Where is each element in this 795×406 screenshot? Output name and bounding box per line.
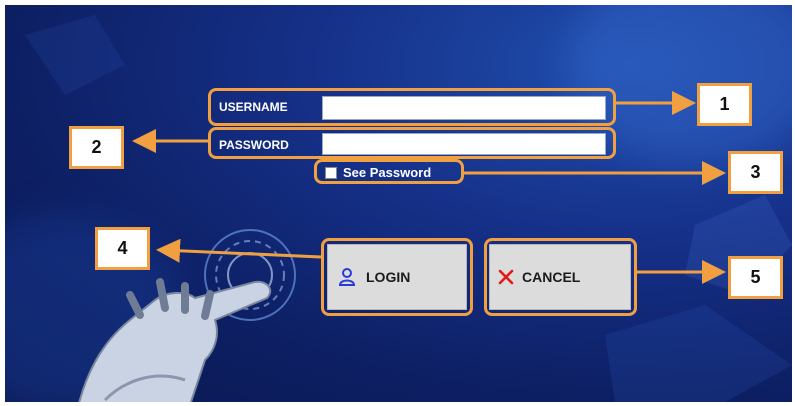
callout-number-4: 4 xyxy=(95,227,150,270)
callout-arrows xyxy=(132,91,726,284)
callout-number-2: 2 xyxy=(69,126,124,169)
callout-number-5: 5 xyxy=(728,256,783,299)
callout-number-1: 1 xyxy=(697,83,752,126)
callout-number-3: 3 xyxy=(728,151,783,194)
